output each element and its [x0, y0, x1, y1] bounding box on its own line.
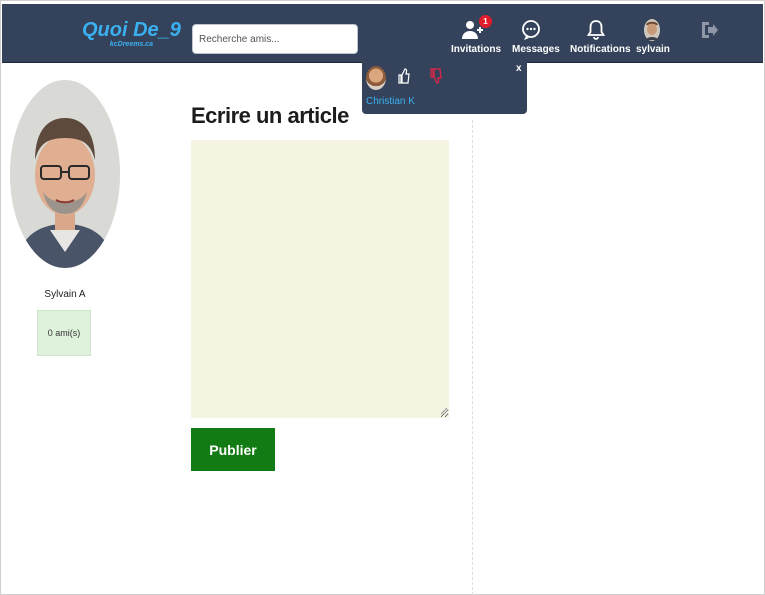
nav-messages[interactable]: Messages	[512, 18, 560, 62]
logout-button[interactable]	[697, 18, 721, 62]
top-navbar: Quoi De_9 kcDreems.ca 1 Invitations Mess…	[2, 4, 763, 63]
site-logo[interactable]: Quoi De_9 kcDreems.ca	[82, 20, 181, 49]
nav-messages-label: Messages	[512, 44, 560, 55]
user-avatar-icon	[644, 19, 660, 41]
nav-notifications[interactable]: Notifications	[570, 18, 631, 62]
close-dropdown-button[interactable]: x	[516, 63, 522, 74]
nav-profile-label: sylvain	[636, 44, 670, 55]
logo-subtitle: kcDreems.ca	[109, 41, 154, 48]
thumbs-up-icon[interactable]	[396, 68, 410, 84]
nav-invitations-label: Invitations	[451, 44, 502, 55]
invitation-dropdown: x Christian K	[362, 62, 527, 114]
resize-grip-icon[interactable]	[440, 407, 448, 415]
friend-search-input[interactable]	[192, 24, 358, 54]
page-title: Ecrire un article	[191, 103, 349, 128]
friends-count-label: 0 ami(s)	[47, 328, 81, 338]
nav-profile[interactable]: sylvain	[636, 18, 670, 62]
nav-notifications-label: Notifications	[570, 44, 631, 55]
profile-photo	[10, 80, 120, 268]
invitation-count-badge: 1	[479, 15, 492, 28]
logo-title: Quoi De_9	[82, 19, 181, 41]
thumbs-down-icon[interactable]	[428, 68, 442, 84]
article-editor[interactable]	[191, 140, 449, 418]
profile-photo-image	[10, 80, 120, 268]
nav-invitations[interactable]: 1 Invitations	[451, 15, 502, 62]
column-divider	[472, 120, 473, 595]
publish-button[interactable]: Publier	[191, 428, 275, 471]
chat-bubble-icon	[522, 20, 540, 40]
profile-name: Sylvain A	[44, 289, 86, 300]
sender-name-link[interactable]: Christian K	[366, 96, 415, 107]
logout-icon	[702, 22, 718, 38]
sender-avatar[interactable]	[366, 66, 386, 90]
bell-icon	[586, 20, 606, 40]
friends-count-box[interactable]: 0 ami(s)	[37, 310, 91, 356]
